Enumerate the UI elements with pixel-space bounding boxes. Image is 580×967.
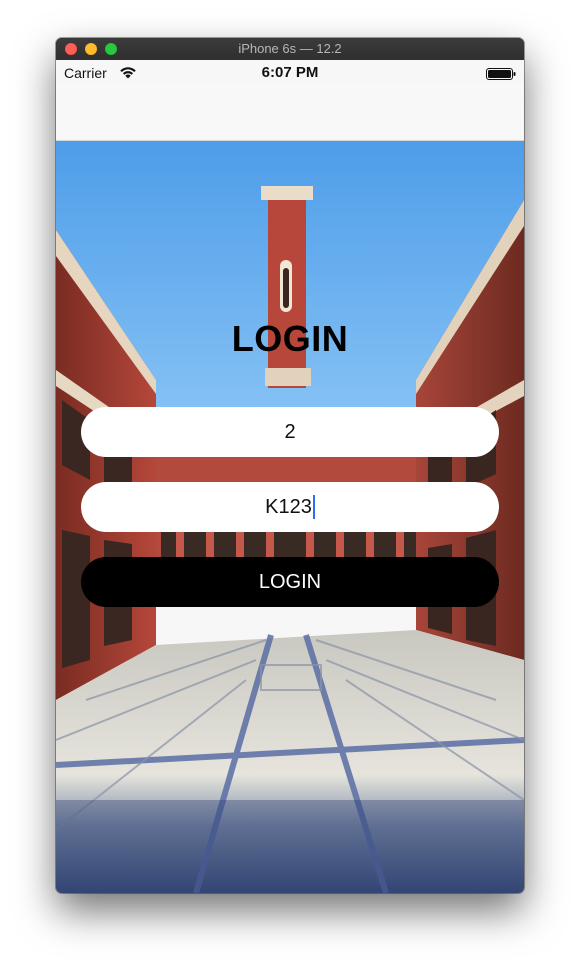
password-field[interactable]: K123 <box>81 482 499 532</box>
login-heading: LOGIN <box>231 318 349 359</box>
login-button[interactable]: LOGIN <box>81 557 499 607</box>
password-field-value: K123 <box>265 495 312 518</box>
navigation-bar <box>56 84 524 141</box>
window-title: iPhone 6s — 12.2 <box>238 41 342 56</box>
status-bar: Carrier 6:07 PM <box>56 60 524 84</box>
status-time: 6:07 PM <box>261 64 319 81</box>
simulator-window: iPhone 6s — 12.2 Carrier 6:07 PM LOGIN 2… <box>56 38 524 893</box>
battery-icon <box>486 68 516 80</box>
window-titlebar: iPhone 6s — 12.2 <box>56 38 524 61</box>
device-screen: Carrier 6:07 PM LOGIN K123 LOGIN <box>56 60 524 893</box>
text-cursor <box>312 495 315 519</box>
username-field[interactable] <box>81 407 499 457</box>
